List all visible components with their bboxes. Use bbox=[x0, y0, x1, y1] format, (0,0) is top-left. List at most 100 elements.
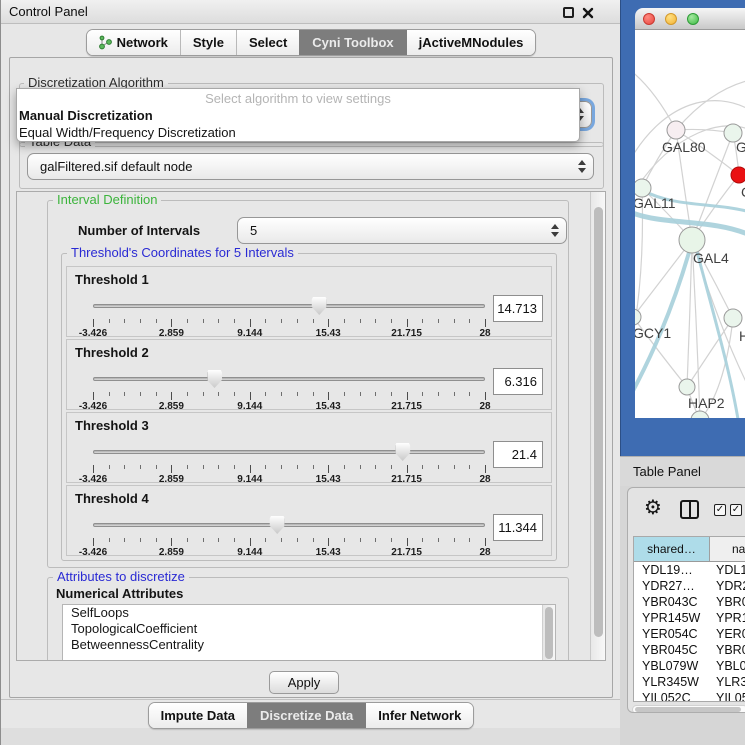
tick-mark bbox=[297, 392, 298, 396]
tick-mark bbox=[218, 465, 219, 469]
table-cell: YER054C bbox=[710, 626, 745, 642]
minimize-light-icon[interactable] bbox=[665, 13, 677, 25]
network-view-frame[interactable]: GAL80GACGAL11GAL4GCY1HHAP2 bbox=[620, 0, 745, 456]
slider-track[interactable] bbox=[93, 377, 485, 381]
slider-handle[interactable] bbox=[207, 370, 222, 388]
attributes-scrollbar[interactable] bbox=[542, 605, 555, 661]
num-intervals-combo[interactable]: 5 bbox=[237, 217, 567, 244]
tab-jactivemnodules[interactable]: jActiveMNodules bbox=[406, 30, 536, 55]
column-header-na[interactable]: na bbox=[710, 537, 745, 561]
table-row[interactable]: YBL079WYBL079W bbox=[634, 658, 745, 674]
table-row[interactable]: YBR043CYBR043C bbox=[634, 594, 745, 610]
tab-label: Discretize Data bbox=[260, 708, 353, 723]
screen: Control Panel NetworkStyleSelectCyni Too… bbox=[0, 0, 745, 745]
threshold-list: Threshold 1-3.4262.8599.14415.4321.71528… bbox=[66, 266, 552, 558]
float-window-icon[interactable] bbox=[563, 7, 574, 18]
tick-mark bbox=[234, 538, 235, 542]
table-cell: YBL079W bbox=[710, 658, 745, 674]
table-data-combo[interactable]: galFiltered.sif default node bbox=[27, 153, 594, 180]
network-window-titlebar[interactable] bbox=[635, 8, 745, 30]
tab-style[interactable]: Style bbox=[180, 30, 236, 55]
close-light-icon[interactable] bbox=[643, 13, 655, 25]
tick-mark bbox=[313, 538, 314, 542]
attribute-item-selfloops[interactable]: SelfLoops bbox=[63, 605, 555, 621]
slider-handle[interactable] bbox=[312, 297, 327, 315]
table-cell: YIL052C bbox=[634, 690, 710, 702]
tick-mark bbox=[109, 319, 110, 323]
tab-impute-data[interactable]: Impute Data bbox=[149, 703, 247, 728]
table-row[interactable]: YLR345WYLR345W bbox=[634, 674, 745, 690]
tab-cyni-toolbox[interactable]: Cyni Toolbox bbox=[299, 30, 405, 55]
slider-handle[interactable] bbox=[270, 516, 285, 534]
attribute-item-topologicalcoefficient[interactable]: TopologicalCoefficient bbox=[63, 621, 555, 637]
attributes-groupbox: Attributes to discretize Numerical Attri… bbox=[47, 577, 569, 661]
close-icon[interactable] bbox=[582, 6, 594, 18]
table-row[interactable]: YDR27…YDR27 bbox=[634, 578, 745, 594]
column-layout-icon[interactable] bbox=[680, 500, 699, 519]
apply-button[interactable]: Apply bbox=[269, 671, 339, 694]
scrollbar-thumb[interactable] bbox=[594, 207, 603, 637]
tick-mark bbox=[250, 319, 251, 327]
tick-mark bbox=[407, 465, 408, 473]
tick-mark bbox=[422, 319, 423, 323]
threshold-value-field[interactable] bbox=[493, 441, 543, 468]
table-row[interactable]: YDL19…YDL19 bbox=[634, 562, 745, 578]
network-canvas[interactable]: GAL80GACGAL11GAL4GCY1HHAP2 bbox=[635, 30, 745, 418]
checkbox-checked-icon[interactable] bbox=[730, 504, 742, 516]
dropdown-option-manual-discretization[interactable]: Manual Discretization bbox=[17, 107, 579, 124]
slider-track[interactable] bbox=[93, 304, 485, 308]
network-edge bbox=[635, 70, 676, 130]
zoom-light-icon[interactable] bbox=[687, 13, 699, 25]
tab-infer-network[interactable]: Infer Network bbox=[365, 703, 473, 728]
tab-discretize-data[interactable]: Discretize Data bbox=[247, 703, 365, 728]
tick-mark bbox=[375, 465, 376, 469]
tick-mark bbox=[391, 465, 392, 469]
table-hscrollbar[interactable] bbox=[632, 705, 745, 713]
slider-track[interactable] bbox=[93, 450, 485, 454]
threshold-value-field[interactable] bbox=[493, 295, 543, 322]
table-row[interactable]: YBR045CYBR045C bbox=[634, 642, 745, 658]
tick-label: 2.859 bbox=[159, 547, 184, 558]
tab-select[interactable]: Select bbox=[236, 30, 299, 55]
dropdown-options: Manual DiscretizationEqual Width/Frequen… bbox=[17, 107, 579, 141]
slider-handle[interactable] bbox=[395, 443, 410, 461]
tick-label: 28 bbox=[479, 401, 490, 412]
scrollbar-thumb[interactable] bbox=[545, 607, 553, 659]
network-graph-icon bbox=[99, 35, 112, 50]
tick-mark bbox=[156, 392, 157, 396]
threshold-value-field[interactable] bbox=[493, 368, 543, 395]
dropdown-option-equal-width-frequency-discretization[interactable]: Equal Width/Frequency Discretization bbox=[17, 124, 579, 141]
table-panel-toolbar: ⚙ bbox=[628, 488, 745, 534]
table-row[interactable]: YER054CYER054C bbox=[634, 626, 745, 642]
attribute-item-betweennesscentrality[interactable]: BetweennessCentrality bbox=[63, 637, 555, 653]
network-node-h[interactable] bbox=[724, 309, 742, 327]
settings-scrollbar[interactable] bbox=[590, 192, 605, 660]
network-node-gcy1[interactable] bbox=[635, 309, 641, 325]
table-cell: YBR045C bbox=[710, 642, 745, 658]
slider-track[interactable] bbox=[93, 523, 485, 527]
network-node-hap2[interactable] bbox=[679, 379, 695, 395]
column-header-shared[interactable]: shared… bbox=[634, 537, 710, 561]
tick-mark bbox=[313, 319, 314, 323]
scrollbar-thumb[interactable] bbox=[635, 707, 741, 712]
tick-mark bbox=[313, 465, 314, 469]
settings-gear-icon[interactable]: ⚙ bbox=[644, 497, 662, 519]
table-row[interactable]: YIL052CYIL052C bbox=[634, 690, 745, 702]
tick-mark bbox=[140, 538, 141, 542]
network-node-gal80[interactable] bbox=[667, 121, 685, 139]
table-cell: YBR043C bbox=[710, 594, 745, 610]
tick-mark bbox=[297, 538, 298, 542]
network-edge bbox=[687, 318, 733, 387]
threshold-label: Threshold 2 bbox=[75, 345, 149, 360]
bottom-tab-bar: Impute Data Discretize Data Infer Network bbox=[1, 702, 621, 729]
tick-mark bbox=[187, 538, 188, 542]
node-label: H bbox=[739, 328, 745, 344]
tick-mark bbox=[407, 538, 408, 546]
network-node-c[interactable] bbox=[731, 167, 745, 183]
tab-network[interactable]: Network bbox=[87, 30, 180, 55]
checkbox-checked-icon[interactable] bbox=[714, 504, 726, 516]
tick-mark bbox=[203, 538, 204, 542]
threshold-value-field[interactable] bbox=[493, 514, 543, 541]
table-row[interactable]: YPR145WYPR145W bbox=[634, 610, 745, 626]
tick-mark bbox=[124, 319, 125, 323]
